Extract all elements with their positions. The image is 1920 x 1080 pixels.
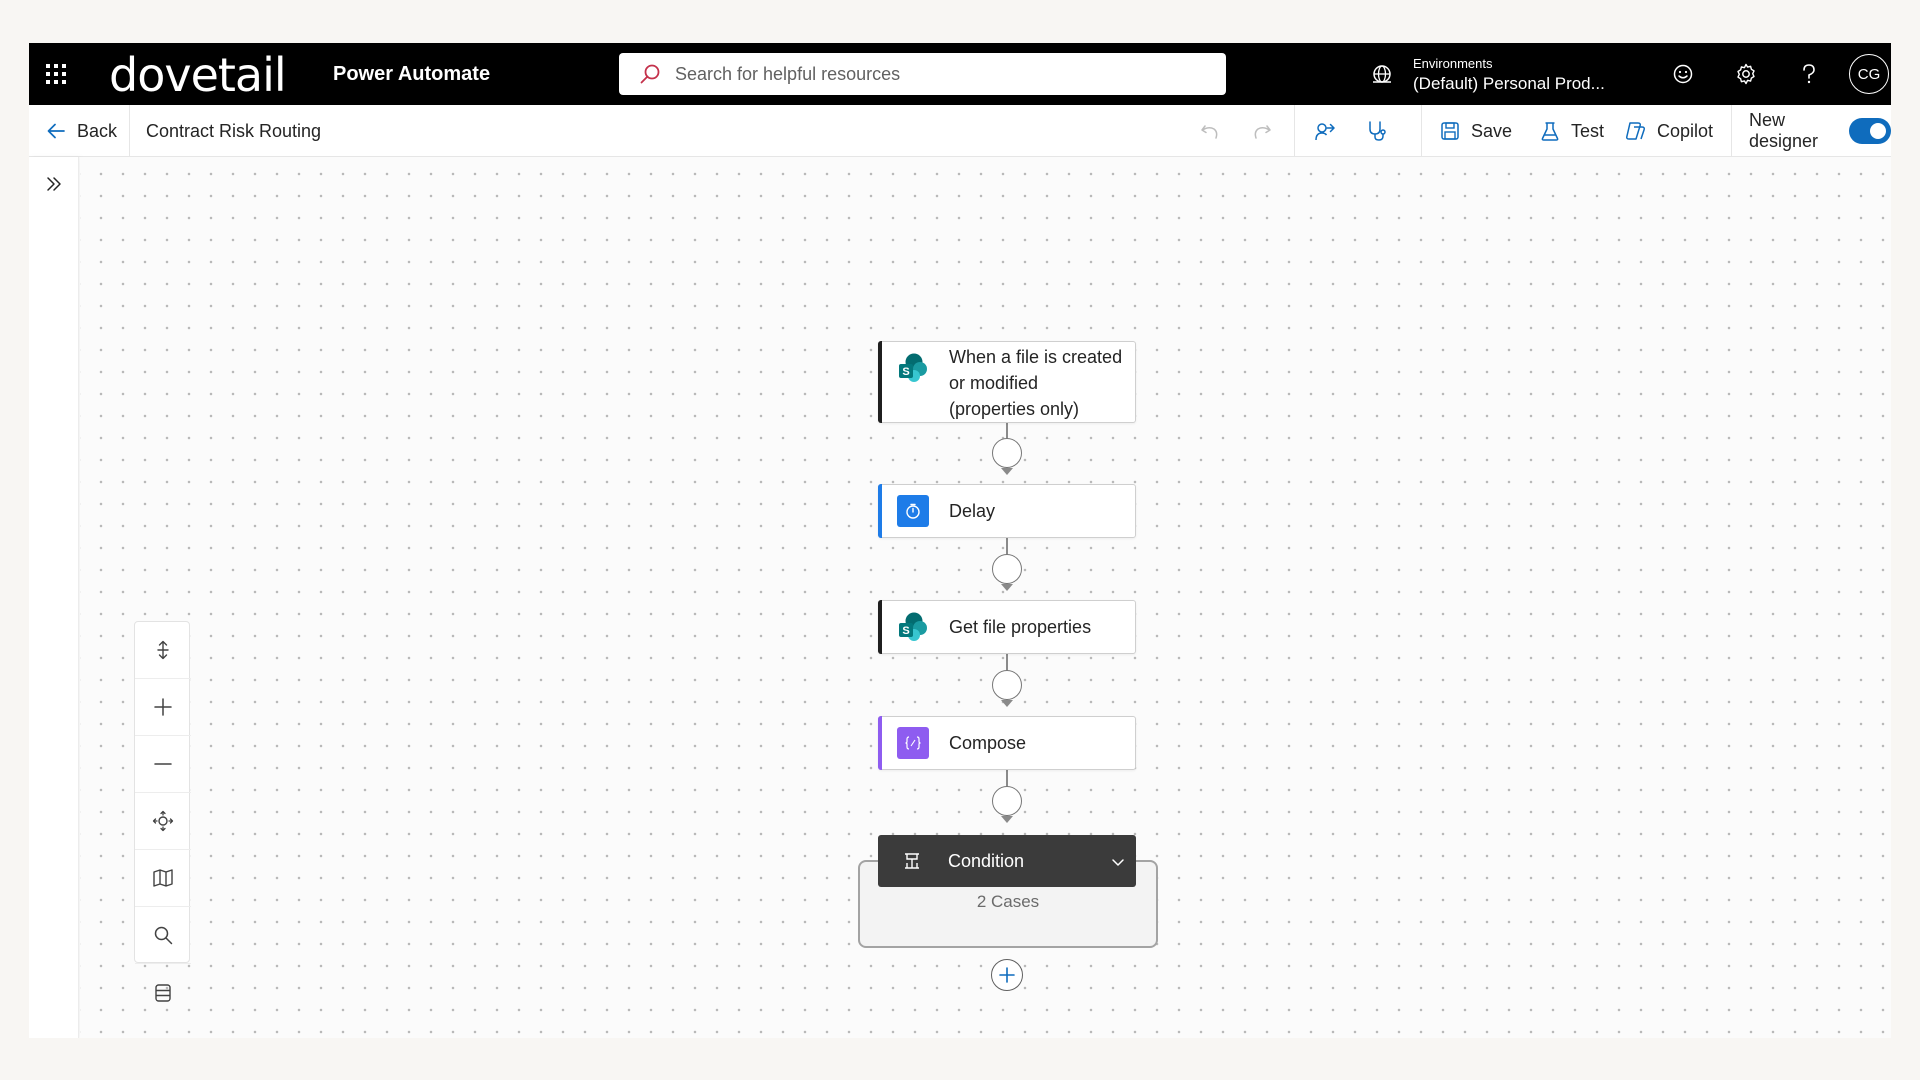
- search-box[interactable]: [619, 53, 1226, 95]
- trigger-card[interactable]: S When a file is created or modified (pr…: [878, 341, 1136, 423]
- svg-text:S: S: [902, 366, 909, 378]
- fit-view-icon: [152, 810, 174, 832]
- compose-data-operation-icon: [897, 727, 929, 759]
- search-icon: [154, 926, 173, 945]
- card-accent: [878, 484, 882, 538]
- plus-icon: [999, 967, 1015, 983]
- chevron-down-icon[interactable]: [1110, 854, 1126, 870]
- new-designer-label: New designer: [1749, 110, 1819, 151]
- divider: [1294, 105, 1295, 157]
- plus-icon: [154, 698, 172, 716]
- insert-step-node[interactable]: [992, 670, 1022, 700]
- add-step-button[interactable]: [991, 959, 1023, 991]
- search-canvas-button[interactable]: [135, 907, 191, 964]
- command-bar: Back Contract Risk Routing Save Test Cop…: [29, 105, 1891, 157]
- insert-step-node[interactable]: [992, 438, 1022, 468]
- connector-arrow: [1001, 700, 1013, 707]
- divider: [129, 105, 130, 157]
- sharepoint-icon: S: [897, 352, 929, 384]
- canvas-controls: [134, 621, 191, 1002]
- environment-value: (Default) Personal Prod...: [1413, 74, 1605, 93]
- flow-checker-icon: [1315, 123, 1335, 141]
- copilot-label: Copilot: [1657, 120, 1714, 141]
- brand-logo: dovetail: [109, 48, 287, 102]
- feedback-smiley-icon[interactable]: [1667, 58, 1699, 90]
- step-label: Get file properties: [949, 617, 1092, 637]
- user-avatar[interactable]: CG: [1849, 54, 1889, 94]
- timer-icon: [897, 495, 929, 527]
- svg-text:S: S: [902, 625, 909, 637]
- copilot-icon: [1626, 122, 1645, 140]
- fit-view-button[interactable]: [135, 793, 191, 850]
- condition-cases-count: 2 Cases: [976, 892, 1040, 911]
- map-icon: [153, 869, 173, 887]
- designer-canvas[interactable]: S When a file is created or modified (pr…: [80, 157, 1891, 1038]
- fit-vertical-icon: [157, 640, 169, 660]
- new-designer-toggle[interactable]: New designer: [1749, 105, 1891, 157]
- flow-name: Contract Risk Routing: [146, 120, 322, 141]
- insert-step-node[interactable]: [992, 554, 1022, 584]
- undo-icon: [1201, 125, 1218, 139]
- back-button[interactable]: Back: [45, 105, 117, 157]
- test-label: Test: [1571, 120, 1605, 141]
- help-icon[interactable]: [1793, 58, 1825, 90]
- test-button[interactable]: Test: [1539, 105, 1604, 157]
- step-label: Delay: [949, 501, 996, 521]
- beaker-icon: [1541, 122, 1559, 141]
- globe-environment-icon: [1373, 65, 1391, 83]
- left-rail: [29, 157, 79, 1038]
- sharepoint-icon: S: [897, 611, 929, 643]
- minus-icon: [154, 763, 172, 765]
- back-label: Back: [77, 120, 118, 141]
- divider: [1421, 105, 1422, 157]
- card-accent: [878, 341, 882, 423]
- trigger-title-line: When a file is created: [949, 347, 1123, 367]
- save-button[interactable]: Save: [1439, 105, 1512, 157]
- insert-step-node[interactable]: [992, 786, 1022, 816]
- trigger-title-line: (properties only): [949, 399, 1080, 419]
- flow-checker-button[interactable]: [1313, 105, 1347, 157]
- search-input[interactable]: [675, 63, 1195, 85]
- database-icon: [155, 983, 171, 1002]
- redo-button[interactable]: [1251, 105, 1283, 157]
- fit-vertical-button[interactable]: [135, 622, 191, 679]
- step-card-get-file-properties[interactable]: S Get file properties: [878, 600, 1136, 654]
- step-label: Compose: [949, 733, 1027, 753]
- app-launcher-icon[interactable]: [43, 61, 69, 87]
- search-icon: [640, 64, 660, 84]
- trigger-title-line: or modified: [949, 373, 1039, 393]
- zoom-out-button[interactable]: [135, 736, 191, 793]
- save-icon: [1441, 122, 1459, 140]
- zoom-in-button[interactable]: [135, 679, 191, 736]
- database-button[interactable]: [135, 964, 191, 1021]
- app-name[interactable]: Power Automate: [333, 61, 490, 87]
- connector-arrow: [1001, 584, 1013, 591]
- step-card-delay[interactable]: Delay: [878, 484, 1136, 538]
- undo-button[interactable]: [1199, 105, 1231, 157]
- condition-icon: [896, 845, 928, 877]
- step-card-compose[interactable]: Compose: [878, 716, 1136, 770]
- expand-panel-icon[interactable]: [39, 169, 69, 199]
- divider: [1731, 105, 1732, 157]
- redo-icon: [1254, 125, 1271, 139]
- gear-icon[interactable]: [1730, 58, 1762, 90]
- environment-label: Environments: [1413, 56, 1493, 71]
- new-designer-switch[interactable]: [1848, 118, 1891, 144]
- condition-card[interactable]: Condition: [878, 835, 1136, 887]
- card-accent: [878, 600, 882, 654]
- power-automate-app: dovetail Power Automate Environments (De…: [29, 43, 1891, 1038]
- condition-label: Condition: [948, 850, 1025, 871]
- card-accent: [878, 716, 882, 770]
- minimap-button[interactable]: [135, 850, 191, 907]
- connector-arrow: [1001, 468, 1013, 475]
- health-check-button[interactable]: [1365, 105, 1399, 157]
- arrow-left-icon: [47, 123, 65, 139]
- connector-arrow: [1001, 816, 1013, 823]
- top-bar: dovetail Power Automate Environments (De…: [29, 43, 1891, 105]
- environment-picker[interactable]: Environments (Default) Personal Prod...: [1369, 50, 1605, 98]
- save-label: Save: [1471, 120, 1513, 141]
- copilot-button[interactable]: Copilot: [1623, 105, 1713, 157]
- stethoscope-icon: [1369, 121, 1386, 141]
